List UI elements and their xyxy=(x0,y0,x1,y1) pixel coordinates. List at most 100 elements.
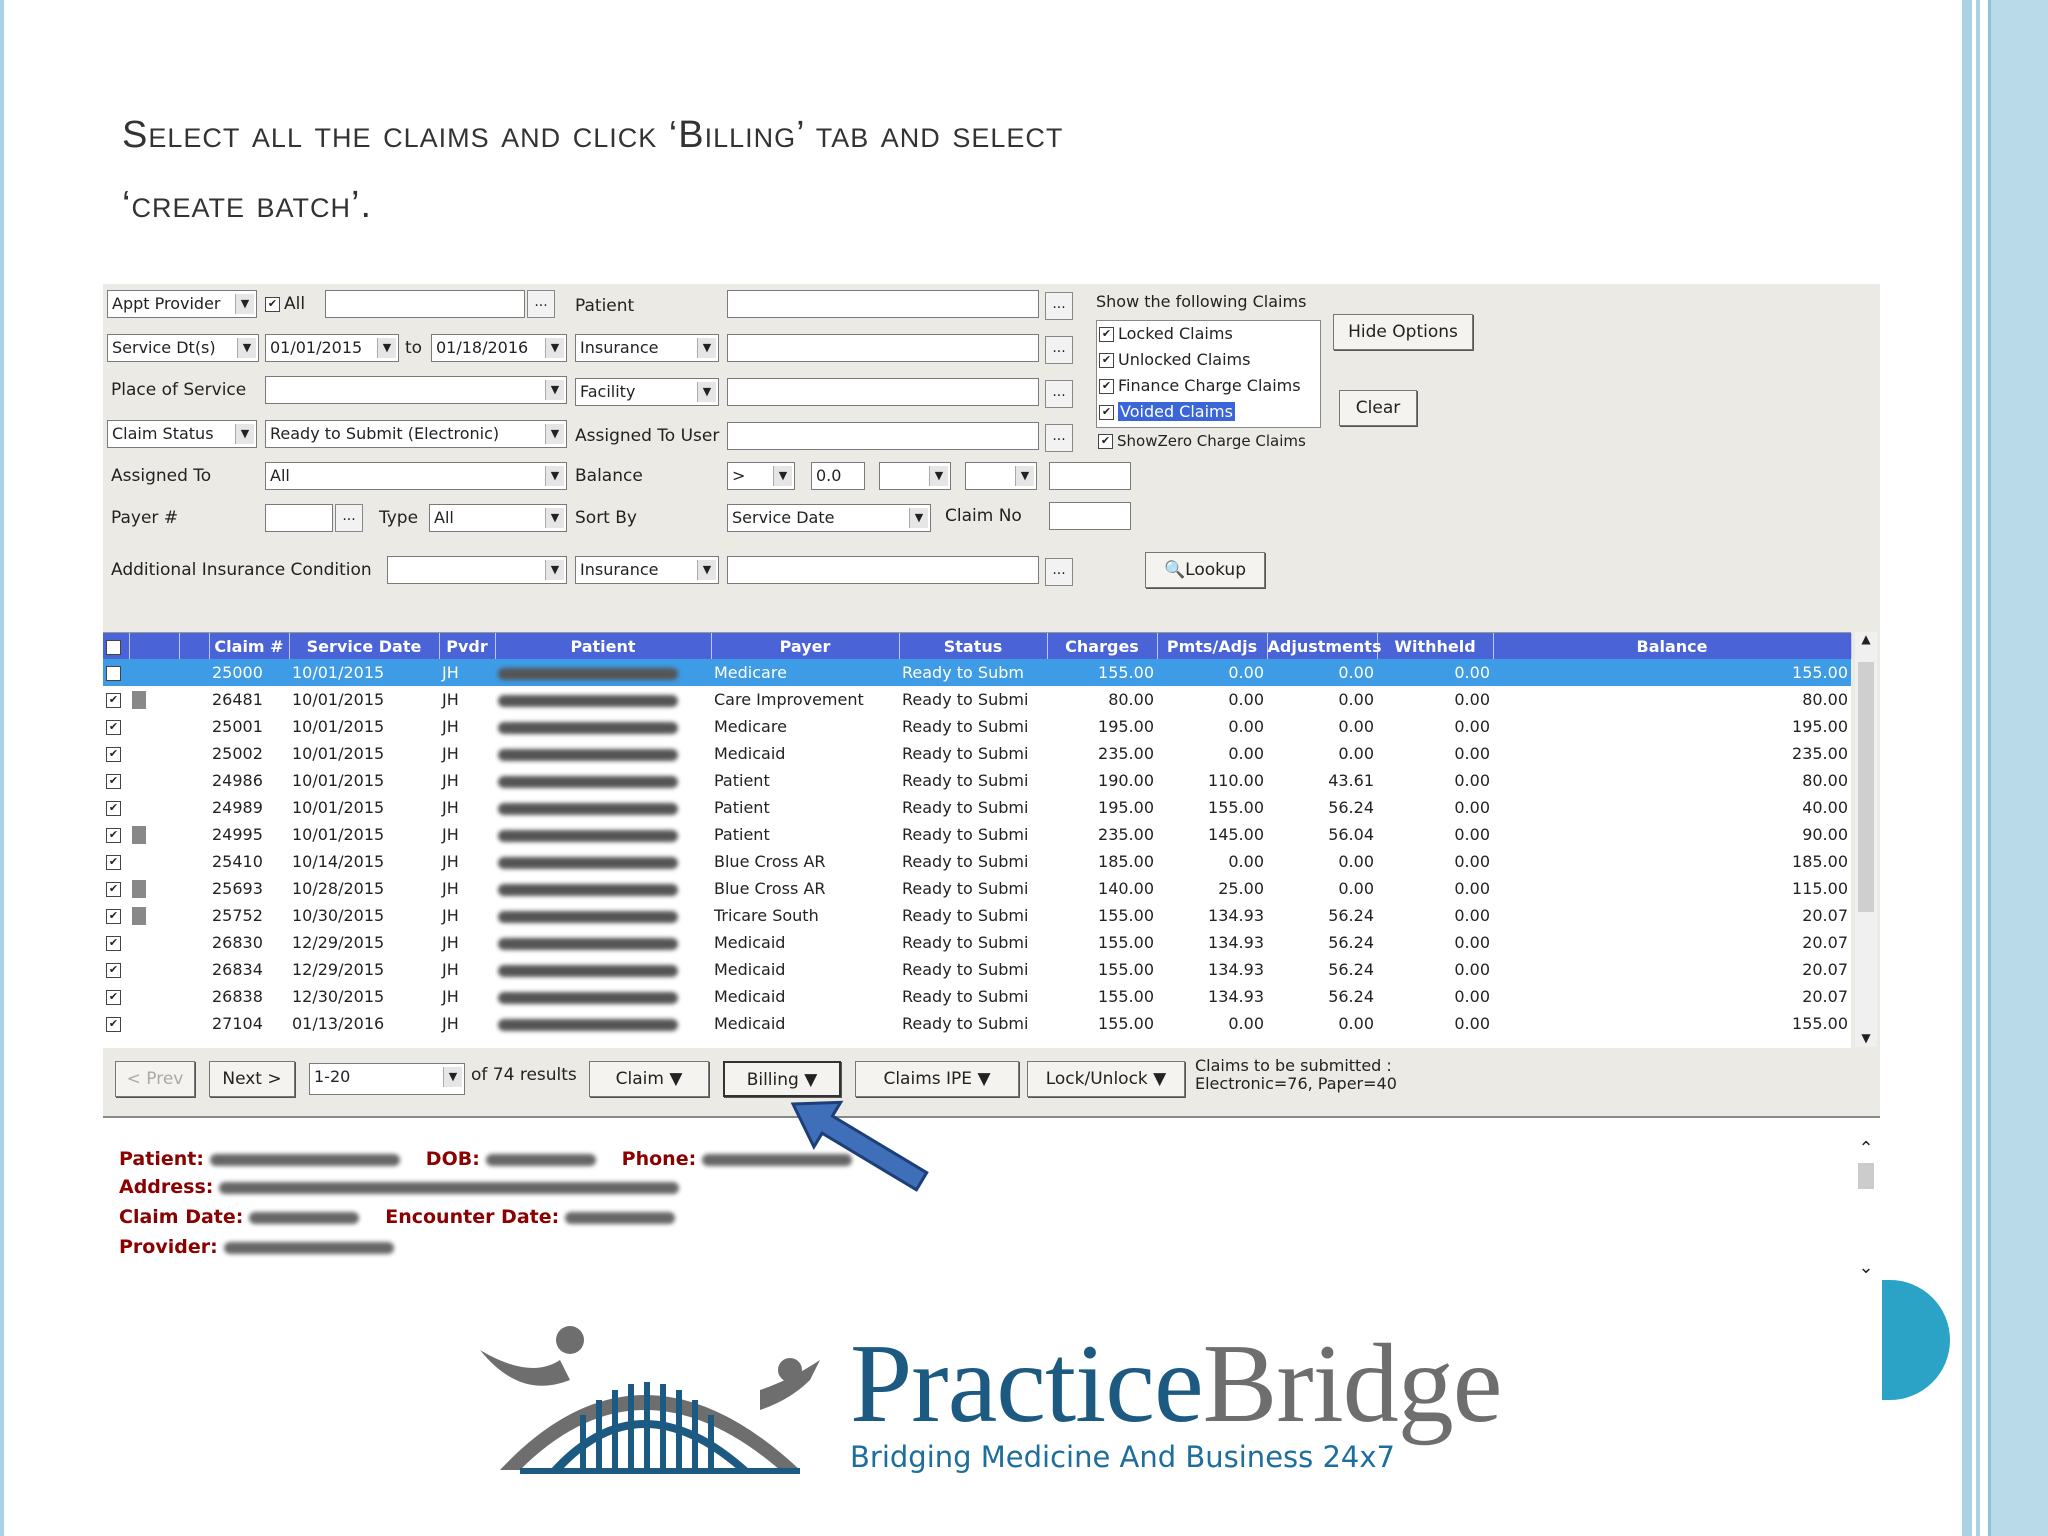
column-header-payer[interactable]: Payer xyxy=(711,633,900,659)
row-checkbox[interactable]: ✔ xyxy=(103,713,129,740)
clear-button[interactable]: Clear xyxy=(1339,390,1417,426)
row-checkbox[interactable]: ✔ xyxy=(103,983,129,1010)
claim-number-cell[interactable]: 24995 xyxy=(209,821,289,848)
facility-browse-button[interactable]: ... xyxy=(1045,380,1073,408)
column-header-service-date[interactable]: Service Date xyxy=(289,633,440,659)
column-header-adjustments[interactable]: Adjustments xyxy=(1267,633,1381,659)
column-header-patient[interactable]: Patient xyxy=(495,633,712,659)
claim-number-cell[interactable]: 26481 xyxy=(209,686,289,713)
sort-by-select[interactable]: Service Date ▼ xyxy=(727,504,931,532)
table-row[interactable]: ✔ 26838 12/30/2015 JH Medicaid Ready to Submi… xyxy=(103,983,1851,1010)
insurance-input-2[interactable] xyxy=(727,556,1039,584)
claim-status-filter-select[interactable]: Claim Status ▼ xyxy=(107,420,257,448)
column-header-pvdr[interactable]: Pvdr xyxy=(439,633,496,659)
patient-input[interactable] xyxy=(727,290,1039,318)
claim-number-cell[interactable]: 26838 xyxy=(209,983,289,1010)
show-finance-charge-claims-option[interactable]: ✔ Finance Charge Claims xyxy=(1097,373,1320,399)
column-header-withheld[interactable]: Withheld xyxy=(1377,633,1494,659)
insurance-browse-button-2[interactable]: ... xyxy=(1045,558,1073,586)
scroll-up-icon[interactable]: ▲ xyxy=(1855,632,1877,646)
payer-no-input[interactable] xyxy=(265,504,333,532)
from-date-picker[interactable]: 01/01/2015 ▼ xyxy=(265,334,399,362)
row-checkbox[interactable]: ✔ xyxy=(103,875,129,902)
show-unlocked-claims-option[interactable]: ✔ Unlocked Claims xyxy=(1097,347,1320,373)
all-checkbox[interactable]: ✔ All xyxy=(265,294,305,314)
column-header-status[interactable]: Status xyxy=(899,633,1048,659)
row-checkbox[interactable]: ✔ xyxy=(103,1010,129,1037)
row-checkbox[interactable]: ✔ xyxy=(103,740,129,767)
claim-number-cell[interactable]: 25001 xyxy=(209,713,289,740)
insurance-input[interactable] xyxy=(727,334,1039,362)
claim-number-cell[interactable]: 24986 xyxy=(209,767,289,794)
row-checkbox[interactable]: ✔ xyxy=(103,821,129,848)
table-row[interactable]: ✔ 25001 10/01/2015 JH Medicare Ready to Submi… xyxy=(103,713,1851,740)
to-date-picker[interactable]: 01/18/2016 ▼ xyxy=(431,334,567,362)
grid-scrollbar[interactable]: ▲ ▼ xyxy=(1855,632,1877,1047)
claim-number-cell[interactable]: 25000 xyxy=(209,659,289,686)
page-range-select[interactable]: 1-20 ▼ xyxy=(309,1063,465,1095)
table-row[interactable]: ✔ 24995 10/01/2015 JH Patient Ready to Submi 2… xyxy=(103,821,1851,848)
claim-menu-button[interactable]: Claim ▼ xyxy=(589,1061,709,1097)
facility-input[interactable] xyxy=(727,378,1039,406)
scroll-down-icon[interactable]: ▼ xyxy=(1855,1031,1877,1045)
column-header-claim[interactable]: Claim # xyxy=(209,633,290,659)
row-checkbox[interactable]: ✔ xyxy=(103,767,129,794)
claim-number-cell[interactable]: 26834 xyxy=(209,956,289,983)
scrollbar-thumb[interactable] xyxy=(1858,662,1874,912)
info-scrollbar[interactable]: ⌃ ⌄ xyxy=(1855,1138,1877,1278)
row-checkbox[interactable]: ✔ xyxy=(103,686,129,713)
appt-provider-select[interactable]: Appt Provider ▼ xyxy=(107,290,257,318)
select-all-checkbox[interactable]: ✔ xyxy=(103,633,130,659)
lock-unlock-button[interactable]: Lock/Unlock ▼ xyxy=(1027,1061,1185,1097)
lookup-button[interactable]: 🔍Lookup xyxy=(1145,552,1265,588)
table-row[interactable]: ✔ 25410 10/14/2015 JH Blue Cross AR Ready to … xyxy=(103,848,1851,875)
table-row[interactable]: ✔ 25693 10/28/2015 JH Blue Cross AR Ready to … xyxy=(103,875,1851,902)
show-locked-claims-option[interactable]: ✔ Locked Claims xyxy=(1097,321,1320,347)
balance-condition-select-2[interactable]: ▼ xyxy=(965,462,1037,490)
assigned-to-select[interactable]: All ▼ xyxy=(265,462,567,490)
assigned-user-browse-button[interactable]: ... xyxy=(1045,424,1073,452)
column-header-charges[interactable]: Charges xyxy=(1047,633,1158,659)
balance-extra-input[interactable] xyxy=(1049,462,1131,490)
next-page-button[interactable]: Next > xyxy=(209,1061,295,1097)
scroll-down-icon[interactable]: ⌄ xyxy=(1855,1257,1877,1278)
insurance-browse-button[interactable]: ... xyxy=(1045,336,1073,364)
table-row[interactable]: ✔ 25752 10/30/2015 JH Tricare South Ready to … xyxy=(103,902,1851,929)
patient-browse-button[interactable]: ... xyxy=(1045,292,1073,320)
table-row[interactable]: ✔ 25000 10/01/2015 JH Medicare Ready to Subm 1… xyxy=(103,659,1851,686)
claim-number-cell[interactable]: 27104 xyxy=(209,1010,289,1037)
table-row[interactable]: ✔ 26830 12/29/2015 JH Medicaid Ready to Submi… xyxy=(103,929,1851,956)
row-checkbox[interactable]: ✔ xyxy=(103,929,129,956)
hide-options-button[interactable]: Hide Options xyxy=(1333,314,1473,350)
table-row[interactable]: ✔ 25002 10/01/2015 JH Medicaid Ready to Submi… xyxy=(103,740,1851,767)
scroll-up-icon[interactable]: ⌃ xyxy=(1855,1138,1877,1159)
insurance-type-select-2[interactable]: Insurance ▼ xyxy=(575,556,719,584)
insurance-type-select[interactable]: Insurance ▼ xyxy=(575,334,719,362)
claim-number-cell[interactable]: 25002 xyxy=(209,740,289,767)
balance-condition-select[interactable]: ▼ xyxy=(879,462,951,490)
claim-no-input[interactable] xyxy=(1049,502,1131,530)
show-zero-charge-checkbox[interactable]: ✔ ShowZero Charge Claims xyxy=(1098,432,1306,450)
claim-number-cell[interactable]: 25410 xyxy=(209,848,289,875)
billing-menu-button[interactable]: Billing ▼ xyxy=(723,1061,841,1097)
prev-page-button[interactable]: < Prev xyxy=(115,1061,195,1097)
column-header-pmts-adjs[interactable]: Pmts/Adjs xyxy=(1157,633,1268,659)
scrollbar-thumb[interactable] xyxy=(1858,1163,1874,1189)
facility-select[interactable]: Facility ▼ xyxy=(575,378,719,406)
type-select[interactable]: All ▼ xyxy=(429,504,567,532)
show-voided-claims-option[interactable]: ✔ Voided Claims xyxy=(1097,399,1320,425)
assigned-to-user-input[interactable] xyxy=(727,422,1039,450)
row-checkbox[interactable]: ✔ xyxy=(103,848,129,875)
claim-number-cell[interactable]: 25693 xyxy=(209,875,289,902)
row-checkbox[interactable]: ✔ xyxy=(103,659,129,686)
payer-browse-button[interactable]: ... xyxy=(335,504,363,532)
row-checkbox[interactable]: ✔ xyxy=(103,902,129,929)
row-checkbox[interactable]: ✔ xyxy=(103,794,129,821)
balance-operator-select[interactable]: > ▼ xyxy=(727,462,795,490)
table-row[interactable]: ✔ 26834 12/29/2015 JH Medicaid Ready to Submi… xyxy=(103,956,1851,983)
claim-number-cell[interactable]: 24989 xyxy=(209,794,289,821)
table-row[interactable]: ✔ 24986 10/01/2015 JH Patient Ready to Submi 1… xyxy=(103,767,1851,794)
claim-number-cell[interactable]: 26830 xyxy=(209,929,289,956)
claims-ipe-button[interactable]: Claims IPE ▼ xyxy=(855,1061,1019,1097)
additional-insurance-select[interactable]: ▼ xyxy=(387,556,567,584)
